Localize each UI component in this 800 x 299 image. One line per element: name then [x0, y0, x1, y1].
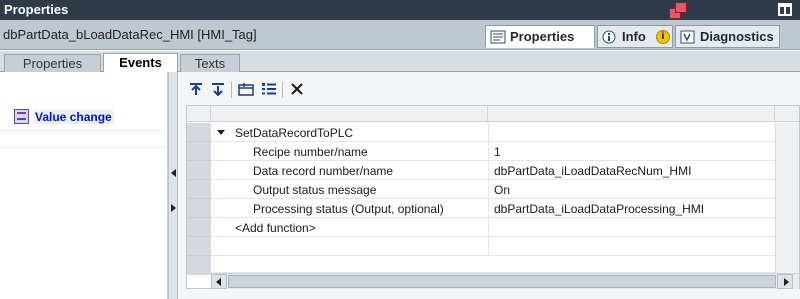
toolbar-separator [231, 82, 232, 98]
divider [0, 130, 168, 131]
subtab-properties[interactable]: Properties [4, 54, 101, 73]
subtab-events[interactable]: Events [103, 53, 178, 73]
maximize-icon[interactable] [778, 3, 792, 16]
tab-label: Diagnostics [700, 29, 774, 44]
tab-diagnostics[interactable]: Diagnostics [675, 25, 780, 48]
collapse-icon[interactable] [217, 130, 225, 135]
info-icon [602, 30, 618, 44]
vertical-scroll-area [775, 123, 799, 273]
divider [0, 147, 168, 148]
expand-right-icon[interactable] [171, 204, 176, 212]
toolbar-separator [282, 82, 283, 98]
move-up-icon[interactable] [187, 80, 205, 98]
empty-row [211, 237, 775, 256]
tab-info[interactable]: Info i [597, 25, 673, 48]
object-name: dbPartData_bLoadDataRec_HMI [HMI_Tag] [3, 27, 257, 42]
pane-splitter[interactable] [168, 72, 178, 299]
diagnostics-icon [680, 30, 696, 44]
collapse-left-icon[interactable] [171, 169, 176, 177]
event-item-value-change[interactable]: Value change [14, 109, 114, 124]
parameter-name: Recipe number/name [253, 145, 368, 159]
parameter-value[interactable]: 1 [494, 145, 501, 159]
function-grid: SetDataRecordToPLC Recipe number/name 1 … [186, 105, 800, 289]
parameter-row[interactable]: Data record number/name dbPartData_iLoad… [211, 161, 775, 180]
title-bar: Properties [0, 0, 800, 20]
parameter-row[interactable]: Processing status (Output, optional) dbP… [211, 199, 775, 218]
scroll-thumb[interactable] [228, 275, 776, 288]
list-icon[interactable] [260, 80, 278, 98]
sub-tab-bar: Properties Events Texts [0, 51, 800, 73]
properties-icon [490, 30, 506, 44]
add-function-label[interactable]: <Add function> [235, 221, 316, 235]
move-down-icon[interactable] [209, 80, 227, 98]
event-list-pane: Value change [0, 72, 168, 299]
parameter-value[interactable]: dbPartData_iLoadDataRecNum_HMI [494, 164, 691, 178]
parameter-name: Processing status (Output, optional) [253, 202, 444, 216]
delete-icon[interactable] [288, 80, 306, 98]
scroll-left-button[interactable] [211, 274, 227, 289]
tab-properties[interactable]: Properties [485, 25, 595, 48]
function-row[interactable]: SetDataRecordToPLC [211, 123, 775, 142]
object-bar: dbPartData_bLoadDataRec_HMI [HMI_Tag] Pr… [0, 20, 800, 50]
tab-label: Properties [510, 29, 575, 44]
add-folder-icon[interactable] [237, 80, 255, 98]
add-function-row[interactable]: <Add function> [211, 218, 775, 237]
grid-header [187, 106, 799, 122]
function-toolbar [178, 72, 800, 104]
parameter-row[interactable]: Recipe number/name 1 [211, 142, 775, 161]
function-name: SetDataRecordToPLC [235, 126, 354, 140]
tab-label: Info [622, 29, 646, 44]
scroll-right-button[interactable] [777, 274, 793, 289]
parameter-name: Output status message [253, 183, 377, 197]
event-label: Value change [33, 109, 114, 124]
parameter-row[interactable]: Output status message On [211, 180, 775, 199]
parameter-value[interactable]: On [494, 183, 510, 197]
horizontal-scrollbar[interactable] [211, 273, 799, 289]
row-gutter [187, 123, 211, 275]
undock-icon[interactable] [669, 2, 689, 19]
window-title: Properties [4, 2, 69, 17]
info-badge-icon: i [655, 29, 670, 44]
event-icon [14, 109, 29, 124]
parameter-value[interactable]: dbPartData_iLoadDataProcessing_HMI [494, 202, 704, 216]
function-list-pane: SetDataRecordToPLC Recipe number/name 1 … [178, 72, 800, 299]
parameter-name: Data record number/name [253, 164, 394, 178]
subtab-texts[interactable]: Texts [180, 54, 240, 73]
empty-row [211, 256, 775, 273]
